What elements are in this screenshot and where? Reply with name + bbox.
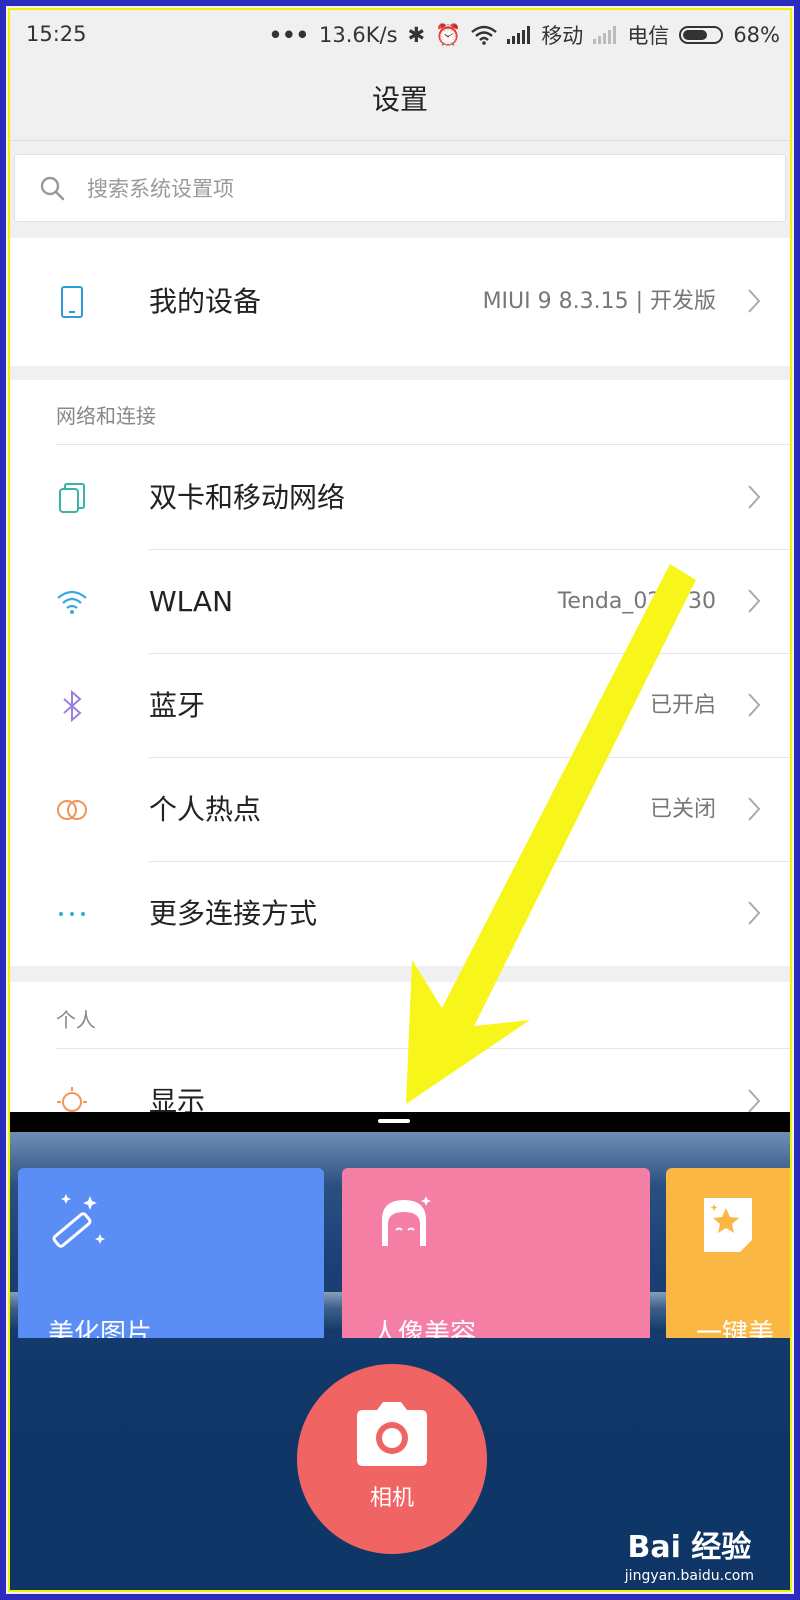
phone-screen: 15:25 ••• 13.6K/s ✱ ⏰ 移动 电信 68% 设置 搜索系统设… [8,8,792,1592]
screenshot-frame: 15:25 ••• 13.6K/s ✱ ⏰ 移动 电信 68% 设置 搜索系统设… [0,0,800,1600]
annotation-arrow-icon [406,564,696,1104]
